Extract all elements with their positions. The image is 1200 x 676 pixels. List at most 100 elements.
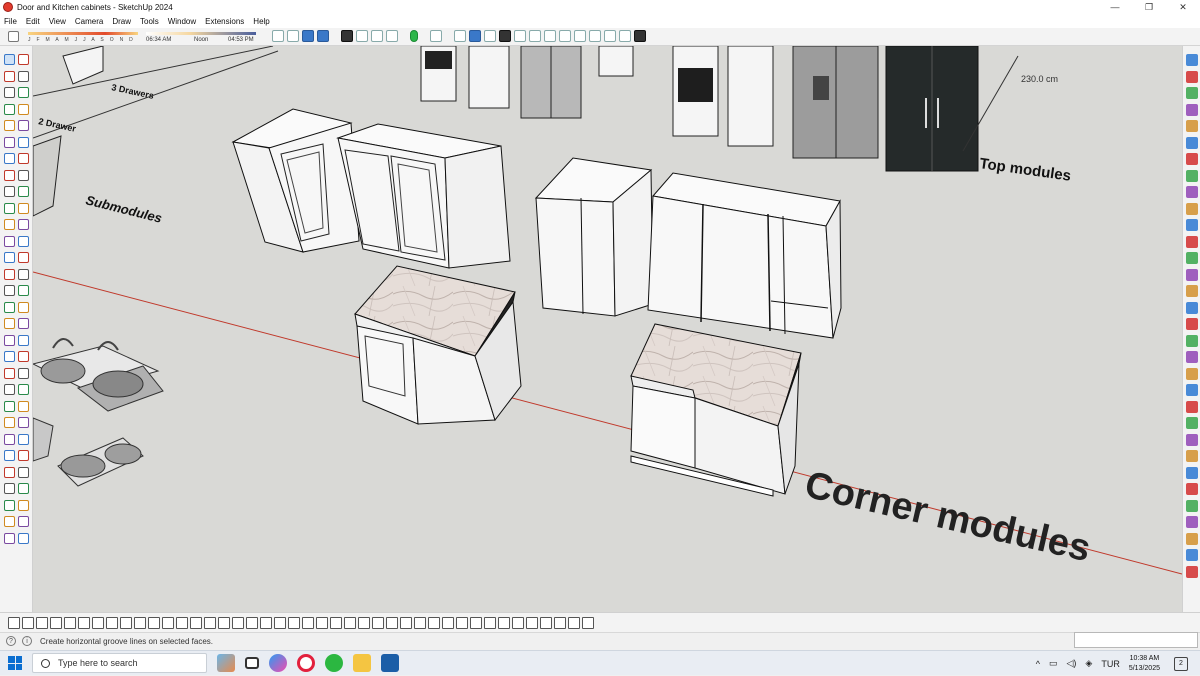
extension-tool-icon[interactable] xyxy=(1186,87,1198,99)
profile-tool-icon[interactable] xyxy=(442,617,454,629)
profile-tool-icon[interactable] xyxy=(232,617,244,629)
xray-icon[interactable] xyxy=(430,30,442,42)
profile-tool-icon[interactable] xyxy=(344,617,356,629)
copilot-icon[interactable] xyxy=(269,654,287,672)
layout-icon[interactable] xyxy=(386,30,398,42)
tool-icon[interactable] xyxy=(18,169,29,181)
tool-icon[interactable] xyxy=(18,268,29,280)
profile-tool-icon[interactable] xyxy=(204,617,216,629)
profile-tool-icon[interactable] xyxy=(484,617,496,629)
orbit-icon[interactable] xyxy=(272,30,284,42)
far-appliances[interactable] xyxy=(420,46,979,172)
date-slider[interactable]: J F M A M J J A S O N D xyxy=(28,30,138,44)
tool-icon[interactable] xyxy=(18,318,29,329)
tool-icon[interactable] xyxy=(4,219,15,230)
profile-tool-icon[interactable] xyxy=(498,617,510,629)
menu-edit[interactable]: Edit xyxy=(26,17,40,26)
top-left-module[interactable] xyxy=(62,46,104,85)
extension-tool-icon[interactable] xyxy=(1186,120,1198,132)
profile-tool-icon[interactable] xyxy=(386,617,398,629)
extension-tool-icon[interactable] xyxy=(1186,549,1198,561)
tool-icon[interactable] xyxy=(18,532,29,544)
profile-tool-icon[interactable] xyxy=(330,617,342,629)
tool-icon[interactable] xyxy=(4,120,15,131)
tool-icon[interactable] xyxy=(18,334,29,346)
base-corner-cabinet-left[interactable] xyxy=(354,265,522,425)
profile-tool-icon[interactable] xyxy=(260,617,272,629)
restore-button[interactable]: ❐ xyxy=(1132,0,1166,14)
tool-icon[interactable] xyxy=(4,285,15,296)
tool-icon[interactable] xyxy=(4,466,15,478)
tool-icon[interactable] xyxy=(18,54,29,65)
tool-icon[interactable] xyxy=(4,334,15,346)
extension-tool-icon[interactable] xyxy=(1186,334,1198,347)
tool-icon[interactable] xyxy=(4,384,15,395)
green-marker-icon[interactable] xyxy=(410,30,418,42)
tool-icon[interactable] xyxy=(18,120,29,131)
tool-icon[interactable] xyxy=(4,54,15,65)
tool-icon[interactable] xyxy=(4,252,15,263)
tool-icon[interactable] xyxy=(18,384,29,395)
profile-tool-icon[interactable] xyxy=(190,617,202,629)
extension-tool-icon[interactable] xyxy=(1186,400,1198,413)
tool-icon[interactable] xyxy=(18,87,29,98)
monitor-icon[interactable] xyxy=(619,30,631,42)
style-active-icon[interactable] xyxy=(469,30,481,42)
left-module[interactable] xyxy=(33,135,62,217)
previous-view-icon[interactable] xyxy=(317,30,329,42)
tool-icon[interactable] xyxy=(4,450,15,461)
profile-tool-icon[interactable] xyxy=(148,617,160,629)
tool-icon[interactable] xyxy=(4,417,15,428)
menu-window[interactable]: Window xyxy=(168,17,196,26)
display-icon[interactable]: ▭ xyxy=(1049,658,1058,669)
profile-tool-icon[interactable] xyxy=(372,617,384,629)
tool-icon[interactable] xyxy=(18,103,29,115)
cloud-icon[interactable] xyxy=(559,30,571,42)
extension-tool-icon[interactable] xyxy=(1186,54,1198,66)
extension-tool-icon[interactable] xyxy=(1186,235,1198,248)
extension-tool-icon[interactable] xyxy=(1186,285,1198,297)
profile-tool-icon[interactable] xyxy=(414,617,426,629)
checker-icon[interactable] xyxy=(544,30,556,42)
tool-icon[interactable] xyxy=(18,400,29,412)
file-explorer-icon[interactable] xyxy=(353,654,371,672)
base-corner-cabinet-right[interactable] xyxy=(630,323,802,497)
extension-tool-icon[interactable] xyxy=(1186,103,1198,116)
extension-tool-icon[interactable] xyxy=(1186,351,1198,363)
tool-icon[interactable] xyxy=(4,235,15,247)
menu-draw[interactable]: Draw xyxy=(112,17,131,26)
user-account-icon[interactable] xyxy=(634,30,646,42)
upper-cabinet-wide[interactable] xyxy=(647,172,842,339)
tool-icon[interactable] xyxy=(4,268,15,280)
language-indicator[interactable]: TUR xyxy=(1101,659,1120,669)
profile-tool-icon[interactable] xyxy=(36,617,48,629)
widgets-icon[interactable] xyxy=(217,654,235,672)
menu-extensions[interactable]: Extensions xyxy=(205,17,244,26)
profile-tool-icon[interactable] xyxy=(568,617,580,629)
tool-icon[interactable] xyxy=(18,466,29,478)
extension-tool-icon[interactable] xyxy=(1186,384,1198,396)
tool-icon[interactable] xyxy=(4,516,15,527)
profile-tool-icon[interactable] xyxy=(274,617,286,629)
extension-tool-icon[interactable] xyxy=(1186,417,1198,429)
profile-tool-icon[interactable] xyxy=(428,617,440,629)
tool-icon[interactable] xyxy=(4,153,15,164)
extension-tool-icon[interactable] xyxy=(1186,70,1198,83)
extension-tool-icon[interactable] xyxy=(1186,532,1198,545)
clock[interactable]: 10:38 AM 5/13/2025 xyxy=(1129,654,1160,674)
extension-tool-icon[interactable] xyxy=(1186,483,1198,495)
model-viewport[interactable]: 230.0 cm 3 Drawers 2 Drawer Submodules T… xyxy=(33,46,1182,612)
upper-corner-cabinet-left[interactable] xyxy=(231,108,360,253)
scene-icon[interactable] xyxy=(604,30,616,42)
profile-tool-icon[interactable] xyxy=(218,617,230,629)
notification-icon[interactable]: 2 xyxy=(1174,656,1188,671)
profile-tool-icon[interactable] xyxy=(8,617,20,629)
extension-tool-icon[interactable] xyxy=(1186,565,1198,578)
profile-tool-icon[interactable] xyxy=(22,617,34,629)
extension-tool-icon[interactable] xyxy=(1186,136,1198,149)
style-icon[interactable] xyxy=(454,30,466,42)
extension-tool-icon[interactable] xyxy=(1186,219,1198,231)
tool-icon[interactable] xyxy=(18,450,29,461)
profile-tool-icon[interactable] xyxy=(246,617,258,629)
profile-tool-icon[interactable] xyxy=(302,617,314,629)
